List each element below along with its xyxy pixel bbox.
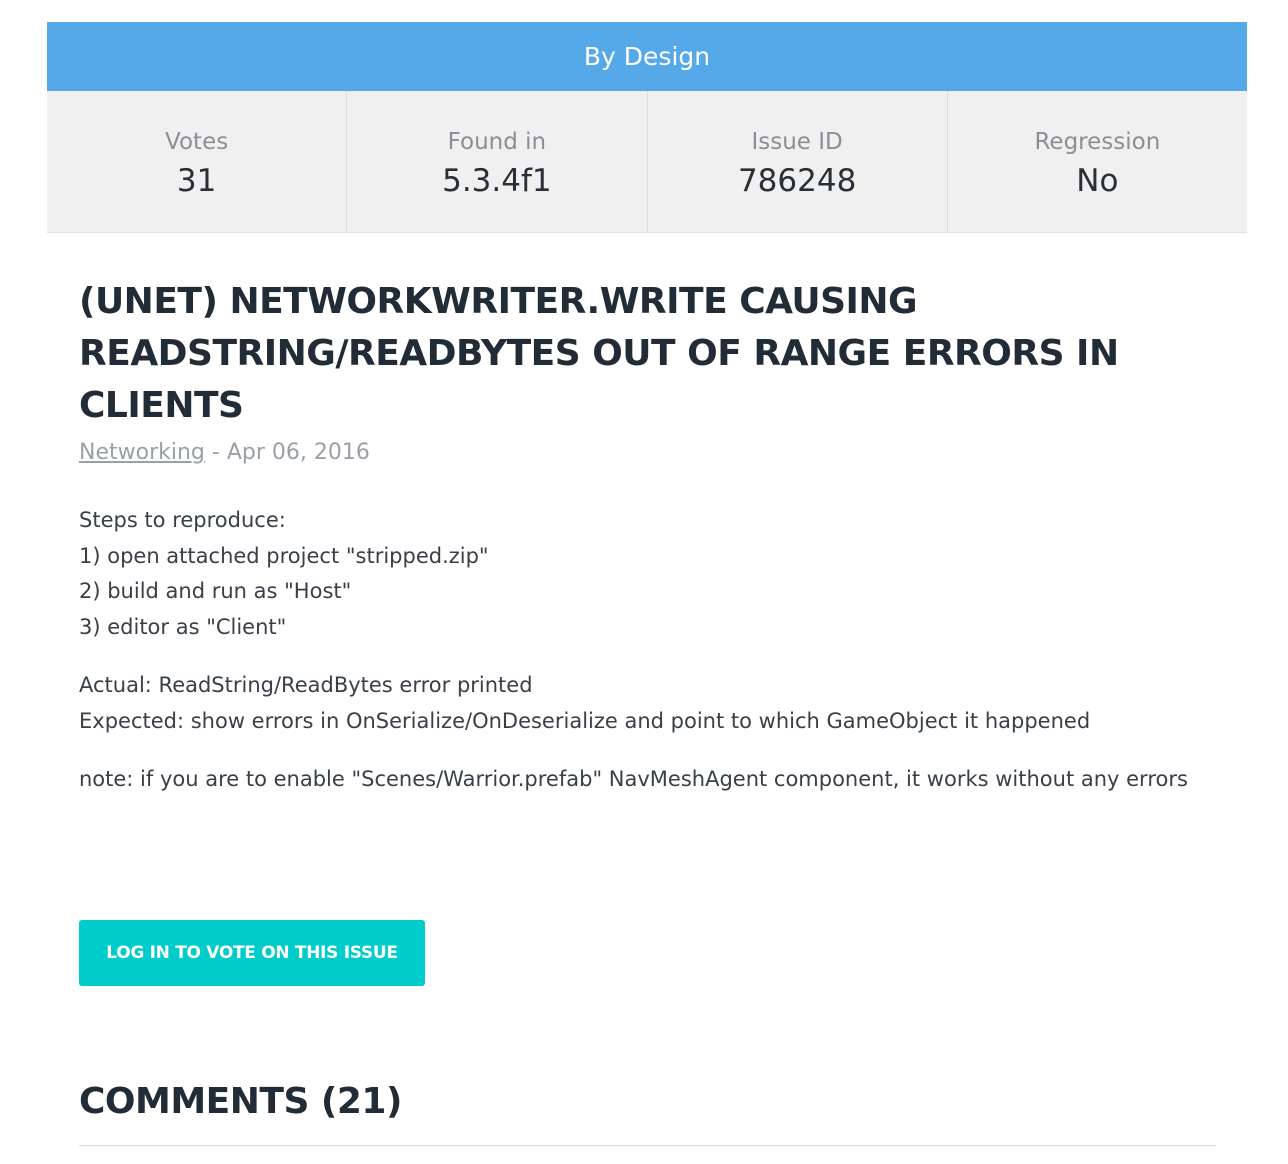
actual-result: Actual: ReadString/ReadBytes error print… xyxy=(79,673,533,697)
comments-heading: COMMENTS (21) xyxy=(79,1081,402,1122)
issue-title: (UNET) NETWORKWRITER.WRITE CAUSING READS… xyxy=(79,276,1179,432)
expected-result: Expected: show errors in OnSerialize/OnD… xyxy=(79,708,1091,733)
stat-issue-id: Issue ID 786248 xyxy=(648,91,948,232)
stat-found-in-value: 5.3.4f1 xyxy=(442,163,552,199)
stat-found-in-label: Found in xyxy=(447,129,547,155)
issue-description: Steps to reproduce: 1) open attached pro… xyxy=(79,503,1199,798)
resolution-status-label: By Design xyxy=(583,42,711,71)
stat-votes-value: 31 xyxy=(176,163,217,199)
stat-regression-label: Regression xyxy=(1034,129,1161,155)
stat-regression-value: No xyxy=(1076,163,1119,199)
issue-date: Apr 06, 2016 xyxy=(226,440,370,465)
stat-votes-label: Votes xyxy=(165,129,229,155)
stat-issue-id-value: 786248 xyxy=(737,163,857,199)
issue-meta: Networking - Apr 06, 2016 xyxy=(79,437,370,469)
comments-divider xyxy=(79,1145,1216,1146)
step-item: 2) build and run as "Host" xyxy=(79,579,352,603)
step-item: 3) editor as "Client" xyxy=(79,614,287,639)
steps-title: Steps to reproduce: xyxy=(79,508,286,532)
meta-separator: - xyxy=(204,440,227,465)
login-to-vote-button[interactable]: LOG IN TO VOTE ON THIS ISSUE xyxy=(79,920,425,986)
step-item: 1) open attached project "stripped.zip" xyxy=(79,543,489,568)
issue-stats-panel: Votes 31 Found in 5.3.4f1 Issue ID 78624… xyxy=(47,91,1247,233)
stat-found-in: Found in 5.3.4f1 xyxy=(347,91,648,232)
stat-votes: Votes 31 xyxy=(47,91,348,232)
issue-note: note: if you are to enable "Scenes/Warri… xyxy=(79,767,1188,791)
issue-title-line: READSTRING/READBYTES OUT OF RANGE ERRORS… xyxy=(79,333,1119,374)
stat-issue-id-label: Issue ID xyxy=(751,129,843,155)
stat-regression: Regression No xyxy=(948,91,1247,232)
issue-title-line: (UNET) NETWORKWRITER.WRITE CAUSING xyxy=(79,281,918,322)
resolution-status-banner: By Design xyxy=(47,22,1247,91)
issue-category-link[interactable]: Networking xyxy=(79,440,205,465)
issue-title-line: CLIENTS xyxy=(79,385,244,426)
result-block: Actual: ReadString/ReadBytes error print… xyxy=(79,668,1199,739)
steps-block: Steps to reproduce: 1) open attached pro… xyxy=(79,503,1199,645)
